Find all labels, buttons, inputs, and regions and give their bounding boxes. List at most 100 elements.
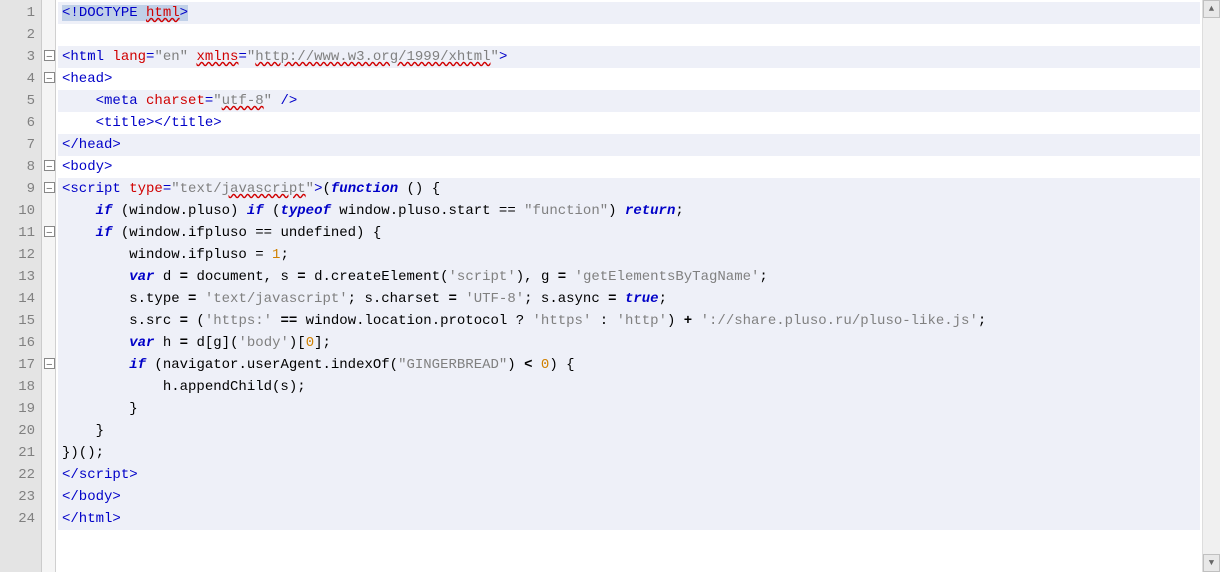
code-token: "	[306, 181, 314, 197]
fold-spacer	[42, 22, 55, 44]
code-line[interactable]: </script>	[58, 464, 1200, 486]
code-token: =	[297, 269, 305, 285]
code-token: <html	[62, 49, 112, 65]
code-token: <title></title>	[96, 115, 222, 131]
code-token: "en"	[154, 49, 188, 65]
code-token: if	[129, 357, 146, 373]
code-token: h	[154, 335, 179, 351]
code-token: ==	[280, 313, 297, 329]
code-line[interactable]: if (navigator.userAgent.indexOf("GINGERB…	[58, 354, 1200, 376]
scroll-track[interactable]	[1203, 18, 1220, 554]
code-token: '://share.pluso.ru/pluso-like.js'	[701, 313, 978, 329]
fold-spacer	[42, 198, 55, 220]
line-number: 13	[0, 266, 35, 288]
code-line[interactable]: <head>	[58, 68, 1200, 90]
code-line[interactable]	[58, 24, 1200, 46]
code-line[interactable]: var d = document, s = d.createElement('s…	[58, 266, 1200, 288]
vertical-scrollbar[interactable]: ▲ ▼	[1202, 0, 1220, 572]
code-line[interactable]: </head>	[58, 134, 1200, 156]
code-token: html	[146, 5, 180, 21]
code-token	[62, 203, 96, 219]
line-number: 20	[0, 420, 35, 442]
line-number: 16	[0, 332, 35, 354]
code-line[interactable]: <body>	[58, 156, 1200, 178]
fold-spacer	[42, 330, 55, 352]
code-token: s.type	[62, 291, 188, 307]
fold-toggle-icon[interactable]	[42, 352, 55, 374]
fold-spacer	[42, 264, 55, 286]
code-line[interactable]: if (window.pluso) if (typeof window.plus…	[58, 200, 1200, 222]
code-line[interactable]: s.type = 'text/javascript'; s.charset = …	[58, 288, 1200, 310]
code-line[interactable]: window.ifpluso = 1;	[58, 244, 1200, 266]
line-number: 14	[0, 288, 35, 310]
line-number: 10	[0, 200, 35, 222]
code-token: <script	[62, 181, 129, 197]
code-token: ;	[659, 291, 667, 307]
fold-toggle-icon[interactable]	[42, 154, 55, 176]
code-token: window.location.protocol ?	[297, 313, 532, 329]
code-token: javascript	[222, 181, 306, 197]
code-token	[62, 93, 96, 109]
code-token: ; s.async	[524, 291, 608, 307]
code-token: var	[129, 335, 154, 351]
code-token: </body>	[62, 489, 121, 505]
code-token: >	[499, 49, 507, 65]
line-number: 18	[0, 376, 35, 398]
code-line[interactable]: }	[58, 420, 1200, 442]
fold-toggle-icon[interactable]	[42, 176, 55, 198]
code-editor[interactable]: <!DOCTYPE html><html lang="en" xmlns="ht…	[56, 0, 1202, 572]
code-line[interactable]: <!DOCTYPE html>	[58, 2, 1200, 24]
code-line[interactable]: if (window.ifpluso == undefined) {	[58, 222, 1200, 244]
code-token: 'UTF-8'	[465, 291, 524, 307]
code-token: DOCTYPE	[79, 5, 138, 21]
fold-spacer	[42, 374, 55, 396]
scroll-up-button[interactable]: ▲	[1203, 0, 1220, 18]
fold-spacer	[42, 110, 55, 132]
fold-spacer	[42, 484, 55, 506]
code-token	[62, 225, 96, 241]
fold-spacer	[42, 418, 55, 440]
fold-toggle-icon[interactable]	[42, 44, 55, 66]
code-line[interactable]: }	[58, 398, 1200, 420]
fold-toggle-icon[interactable]	[42, 66, 55, 88]
code-line[interactable]: <title></title>	[58, 112, 1200, 134]
code-token: =	[608, 291, 616, 307]
code-token: =	[205, 93, 213, 109]
code-token: d.createElement(	[306, 269, 449, 285]
code-token: =	[163, 181, 171, 197]
code-token: (navigator.userAgent.indexOf(	[146, 357, 398, 373]
code-token: ), g	[516, 269, 558, 285]
code-token: ;	[675, 203, 683, 219]
code-line[interactable]: <meta charset="utf-8" />	[58, 90, 1200, 112]
code-token: "	[213, 93, 221, 109]
code-line[interactable]: <html lang="en" xmlns="http://www.w3.org…	[58, 46, 1200, 68]
code-token: 'text/javascript'	[205, 291, 348, 307]
scroll-down-button[interactable]: ▼	[1203, 554, 1220, 572]
code-token: +	[684, 313, 692, 329]
fold-column[interactable]	[42, 0, 56, 572]
code-token: )	[667, 313, 684, 329]
code-token: xmlns	[196, 49, 238, 65]
line-number-gutter: 123456789101112131415161718192021222324	[0, 0, 42, 572]
code-token: charset	[146, 93, 205, 109]
code-line[interactable]: h.appendChild(s);	[58, 376, 1200, 398]
code-line[interactable]: </body>	[58, 486, 1200, 508]
fold-spacer	[42, 462, 55, 484]
line-number: 11	[0, 222, 35, 244]
code-line[interactable]: </html>	[58, 508, 1200, 530]
code-token: }	[62, 401, 138, 417]
code-line[interactable]: })();	[58, 442, 1200, 464]
code-token: <!	[62, 5, 79, 21]
code-token	[138, 5, 146, 21]
fold-spacer	[42, 242, 55, 264]
code-line[interactable]: var h = d[g]('body')[0];	[58, 332, 1200, 354]
code-token: "GINGERBREAD"	[398, 357, 507, 373]
fold-spacer	[42, 396, 55, 418]
code-token: :	[591, 313, 616, 329]
code-token: </html>	[62, 511, 121, 527]
code-line[interactable]: s.src = ('https:' == window.location.pro…	[58, 310, 1200, 332]
fold-toggle-icon[interactable]	[42, 220, 55, 242]
code-line[interactable]: <script type="text/javascript">(function…	[58, 178, 1200, 200]
code-token: ) {	[549, 357, 574, 373]
line-number: 3	[0, 46, 35, 68]
